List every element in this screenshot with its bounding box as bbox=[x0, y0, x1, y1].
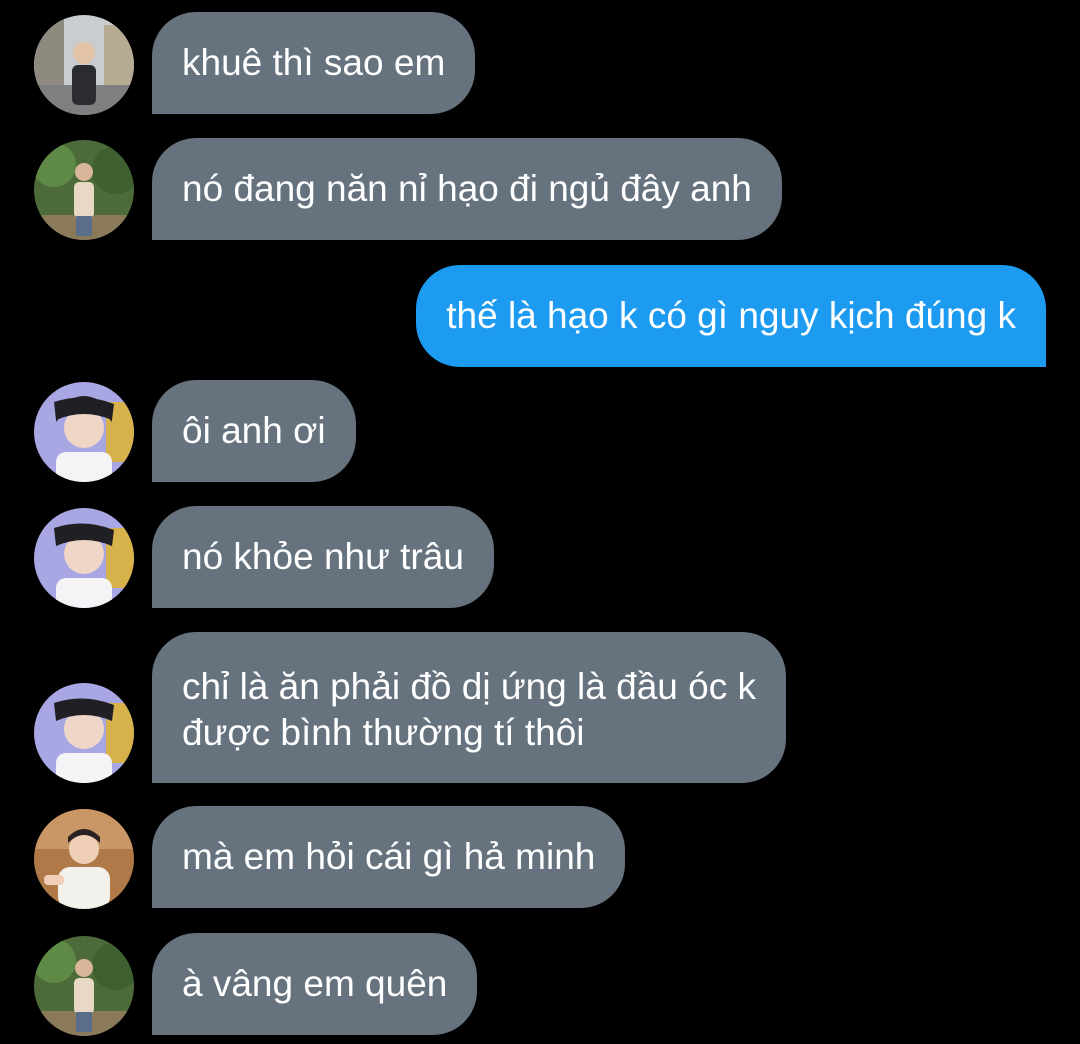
avatar[interactable] bbox=[34, 508, 134, 608]
message-text: mà em hỏi cái gì hả minh bbox=[182, 836, 596, 877]
message-bubble[interactable]: mà em hỏi cái gì hả minh bbox=[152, 806, 626, 908]
message-bubble[interactable]: nó khỏe như trâu bbox=[152, 506, 494, 608]
avatar-smile-image bbox=[34, 683, 134, 783]
avatar[interactable] bbox=[34, 683, 134, 783]
message-bubble-sent[interactable]: thế là hạo k có gì nguy kịch đúng k bbox=[416, 265, 1046, 367]
message-bubble[interactable]: à vâng em quên bbox=[152, 933, 478, 1035]
message-text: ôi anh ơi bbox=[182, 410, 326, 451]
message-text-line: chỉ là ăn phải đồ dị ứng là đầu óc k bbox=[182, 666, 756, 707]
avatar[interactable] bbox=[34, 809, 134, 909]
avatar[interactable] bbox=[34, 15, 134, 115]
message-text: nó khỏe như trâu bbox=[182, 536, 464, 577]
message-bubble[interactable]: nó đang năn nỉ hạo đi ngủ đây anh bbox=[152, 138, 782, 240]
avatar[interactable] bbox=[34, 382, 134, 482]
avatar[interactable] bbox=[34, 140, 134, 240]
message-bubble[interactable]: chỉ là ăn phải đồ dị ứng là đầu óc k đượ… bbox=[152, 632, 786, 783]
avatar-park-image bbox=[34, 936, 134, 1036]
message-text: à vâng em quên bbox=[182, 963, 448, 1004]
message-text-line: được bình thường tí thôi bbox=[182, 712, 585, 753]
message-text: thế là hạo k có gì nguy kịch đúng k bbox=[446, 295, 1016, 336]
avatar-smile-image bbox=[34, 382, 134, 482]
avatar[interactable] bbox=[34, 936, 134, 1036]
message-text: nó đang năn nỉ hạo đi ngủ đây anh bbox=[182, 168, 752, 209]
message-bubble[interactable]: khuê thì sao em bbox=[152, 12, 476, 114]
avatar-street-image bbox=[34, 15, 134, 115]
avatar-room-image bbox=[34, 809, 134, 909]
avatar-smile-image bbox=[34, 508, 134, 608]
avatar-park-image bbox=[34, 140, 134, 240]
message-text: khuê thì sao em bbox=[182, 42, 446, 83]
message-bubble[interactable]: ôi anh ơi bbox=[152, 380, 356, 482]
